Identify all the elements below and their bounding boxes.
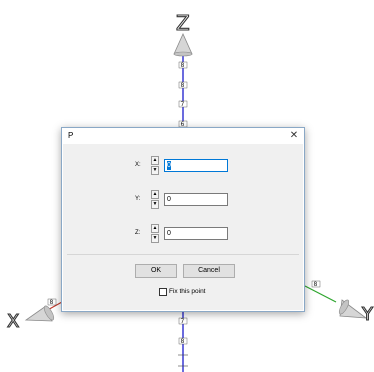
x-label: X: (135, 162, 141, 168)
y-spinner: ▲ ▼ (151, 190, 159, 209)
coord-row-x: X: ▲ ▼ 0 (63, 156, 303, 176)
z-axis-label: Z (176, 11, 190, 35)
x-spinner: ▲ ▼ (151, 156, 159, 175)
close-icon: ✕ (289, 130, 299, 141)
y-decrement-button[interactable]: ▼ (151, 200, 159, 209)
canvas-3d-view[interactable]: Z 8 8 7 6 7 8 8 X 8 Y P ✕ X: ▲ ▼ 0 Y: ▲ … (0, 0, 374, 372)
ok-button[interactable]: OK (135, 264, 177, 278)
z-tick-label: 7 (181, 318, 185, 325)
y-axis-line (304, 285, 337, 303)
close-button[interactable]: ✕ (288, 130, 300, 142)
up-arrow-icon: ▲ (152, 157, 158, 163)
divider (67, 254, 299, 255)
z-input[interactable] (164, 227, 228, 240)
z-tick-label: 8 (181, 62, 185, 69)
y-tick-label: 8 (314, 281, 318, 288)
dialog-title: P (68, 131, 74, 140)
up-arrow-icon: ▲ (152, 225, 158, 231)
z-increment-button[interactable]: ▲ (151, 224, 159, 233)
z-tick-label: 8 (181, 82, 185, 89)
z-spinner: ▲ ▼ (151, 224, 159, 243)
fix-point-checkbox[interactable] (159, 288, 167, 296)
z-tick-label: 7 (181, 101, 185, 108)
x-tick-label: 8 (50, 299, 54, 306)
z-decrement-button[interactable]: ▼ (151, 234, 159, 243)
x-increment-button[interactable]: ▲ (151, 156, 159, 165)
coord-row-y: Y: ▲ ▼ 0 (63, 190, 303, 210)
y-label: Y: (135, 196, 141, 202)
down-arrow-icon: ▼ (152, 201, 158, 207)
point-dialog: P ✕ X: ▲ ▼ 0 Y: ▲ ▼ 0 Z: ▲ ▼ 0 OK Cancel… (61, 127, 305, 312)
x-input[interactable] (164, 159, 228, 172)
cancel-button[interactable]: Cancel (183, 264, 235, 278)
y-axis-label: Y (361, 304, 374, 325)
x-decrement-button[interactable]: ▼ (151, 166, 159, 175)
down-arrow-icon: ▼ (152, 235, 158, 241)
coord-row-z: Z: ▲ ▼ 0 (63, 224, 303, 244)
z-label: Z: (135, 230, 141, 236)
z-tick-label: 8 (181, 338, 185, 345)
z-axis-cone (173, 33, 193, 57)
down-arrow-icon: ▼ (152, 167, 158, 173)
dialog-body: X: ▲ ▼ 0 Y: ▲ ▼ 0 Z: ▲ ▼ 0 OK Cancel Fix… (63, 144, 303, 310)
x-axis-label: X (7, 311, 19, 332)
y-input[interactable] (164, 193, 228, 206)
up-arrow-icon: ▲ (152, 191, 158, 197)
dialog-titlebar[interactable]: P ✕ (62, 128, 304, 144)
fix-point-label[interactable]: Fix this point (169, 288, 206, 296)
y-increment-button[interactable]: ▲ (151, 190, 159, 199)
x-axis-cone (24, 305, 55, 322)
